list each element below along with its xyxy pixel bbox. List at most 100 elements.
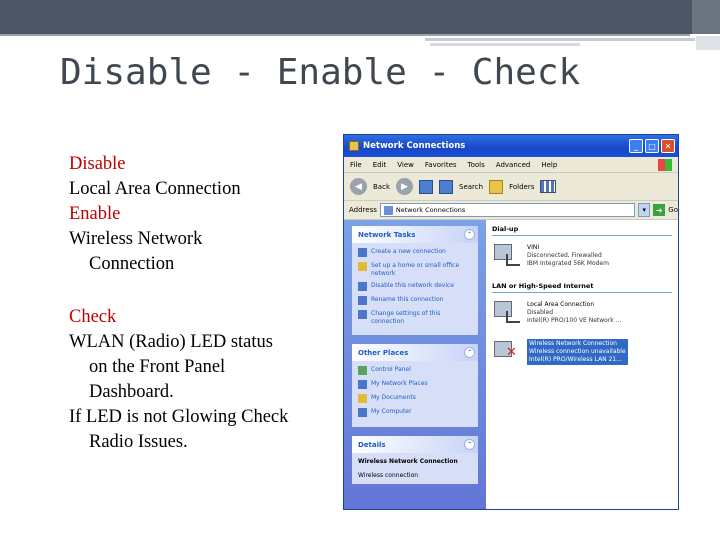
bullet-enable-item-line2: Connection <box>89 254 175 274</box>
maximize-button[interactable]: □ <box>645 139 659 153</box>
connection-device: Intel(R) PRO/Wireless LAN 21... <box>529 356 622 363</box>
new-connection-icon <box>358 248 367 257</box>
menu-edit[interactable]: Edit <box>373 161 387 169</box>
task-label: Rename this connection <box>371 296 444 303</box>
slide-accent-line <box>425 38 695 41</box>
bullet-check-item1-line1: WLAN (Radio) LED status <box>69 332 273 352</box>
folders-button-label[interactable]: Folders <box>509 183 534 191</box>
connection-item-local-area[interactable]: Local Area Connection Disabled Intel(R) … <box>492 299 672 325</box>
bullet-check-item1-line3: Dashboard. <box>89 382 174 402</box>
menu-help[interactable]: Help <box>541 161 557 169</box>
control-panel-icon <box>358 366 367 375</box>
task-change-settings[interactable]: Change settings of this connection <box>358 310 472 325</box>
task-create-connection[interactable]: Create a new connection <box>358 248 472 257</box>
connection-item-vini[interactable]: VINI Disconnected, Firewalled IBM Integr… <box>492 242 672 268</box>
place-label: My Computer <box>371 408 412 415</box>
connection-item-wireless[interactable]: ✕ Wireless Network Connection Wireless c… <box>492 339 672 365</box>
address-label: Address <box>349 206 377 214</box>
network-tasks-panel: Network Tasks ⌃ Create a new connection … <box>352 226 478 335</box>
computer-icon <box>358 408 367 417</box>
connection-name: VINI <box>527 244 540 251</box>
place-label: My Documents <box>371 394 416 401</box>
details-name: Wireless Network Connection <box>358 458 458 465</box>
slide-accent-line-short <box>430 43 580 46</box>
slide-title: Disable - Enable - Check <box>60 52 581 93</box>
menu-tools[interactable]: Tools <box>468 161 485 169</box>
slide-top-bar <box>0 0 720 34</box>
collapse-icon[interactable]: ⌃ <box>464 229 475 240</box>
bullet-disable-item: Local Area Connection <box>69 179 241 199</box>
folders-icon[interactable] <box>489 179 504 194</box>
minimize-button[interactable]: _ <box>629 139 643 153</box>
task-home-network[interactable]: Set up a home or small office network <box>358 262 472 277</box>
search-button-label[interactable]: Search <box>459 183 483 191</box>
go-arrow-icon[interactable]: ➜ <box>653 204 666 216</box>
place-label: Control Panel <box>371 366 411 373</box>
place-my-documents[interactable]: My Documents <box>358 394 472 403</box>
other-places-title: Other Places <box>358 348 409 357</box>
connections-list: Dial-up VINI Disconnected, Firewalled IB… <box>486 220 678 509</box>
other-places-header[interactable]: Other Places ⌃ <box>352 344 478 361</box>
task-label: Set up a home or small office network <box>371 262 460 277</box>
slide-top-line <box>0 34 690 36</box>
bullet-check-item1-line2: on the Front Panel <box>89 357 226 377</box>
task-rename-connection[interactable]: Rename this connection <box>358 296 472 305</box>
group-lan: LAN or High-Speed Internet <box>492 282 672 293</box>
task-pane: Network Tasks ⌃ Create a new connection … <box>344 220 486 509</box>
collapse-icon[interactable]: ⌃ <box>464 347 475 358</box>
details-type: Wireless connection <box>358 471 419 479</box>
folder-icon <box>349 141 359 151</box>
details-title: Details <box>358 440 386 449</box>
network-tasks-title: Network Tasks <box>358 230 416 239</box>
documents-icon <box>358 394 367 403</box>
address-dropdown[interactable]: ▾ <box>638 203 651 217</box>
menu-bar: File Edit View Favorites Tools Advanced … <box>344 157 678 173</box>
connection-name: Local Area Connection <box>527 301 595 308</box>
close-button[interactable]: ✕ <box>661 139 675 153</box>
bullet-disable-label: Disable <box>69 154 126 174</box>
connection-status: Wireless connection unavailable <box>529 348 626 355</box>
window-title-bar: Network Connections _ □ ✕ <box>344 135 678 157</box>
dialup-connection-icon <box>492 242 522 268</box>
task-label: Change settings of this connection <box>371 310 441 325</box>
window-title: Network Connections <box>363 141 466 151</box>
connection-status: Disconnected, Firewalled <box>527 252 602 259</box>
connection-device: IBM Integrated 56K Modem <box>527 260 609 267</box>
place-control-panel[interactable]: Control Panel <box>358 366 472 375</box>
forward-arrow-icon[interactable]: ▶ <box>396 178 413 195</box>
network-connections-screenshot: Network Connections _ □ ✕ File Edit View… <box>343 134 679 510</box>
back-button-label[interactable]: Back <box>373 183 390 191</box>
network-tasks-header[interactable]: Network Tasks ⌃ <box>352 226 478 243</box>
address-input[interactable]: Network Connections <box>379 203 636 217</box>
disconnected-x-icon: ✕ <box>506 345 517 360</box>
group-dialup: Dial-up <box>492 225 672 236</box>
place-my-computer[interactable]: My Computer <box>358 408 472 417</box>
connection-name: Wireless Network Connection <box>529 340 617 347</box>
bullet-check-item2-line2: Radio Issues. <box>89 432 188 452</box>
place-my-network-places[interactable]: My Network Places <box>358 380 472 389</box>
menu-file[interactable]: File <box>350 161 362 169</box>
details-header[interactable]: Details ⌃ <box>352 436 478 453</box>
slide-corner-block <box>696 36 720 50</box>
connection-status: Disabled <box>527 309 554 316</box>
menu-favorites[interactable]: Favorites <box>425 161 457 169</box>
up-folder-icon[interactable] <box>419 179 433 194</box>
menu-view[interactable]: View <box>397 161 414 169</box>
task-disable-device[interactable]: Disable this network device <box>358 282 472 291</box>
back-arrow-icon[interactable]: ◀ <box>350 178 367 195</box>
toolbar: ◀ Back ▶ Search Folders <box>344 173 678 201</box>
window-body: Network Tasks ⌃ Create a new connection … <box>344 220 678 509</box>
views-icon[interactable] <box>540 180 557 193</box>
menu-advanced[interactable]: Advanced <box>496 161 531 169</box>
search-icon[interactable] <box>439 179 453 194</box>
wireless-connection-icon: ✕ <box>492 339 522 365</box>
lan-connection-icon <box>492 299 522 325</box>
bullet-enable-label: Enable <box>69 204 121 224</box>
settings-icon <box>358 310 367 319</box>
collapse-icon[interactable]: ⌃ <box>464 439 475 450</box>
other-places-panel: Other Places ⌃ Control Panel My Network … <box>352 344 478 427</box>
go-button-label[interactable]: Go <box>668 206 678 214</box>
windows-logo-icon <box>658 158 672 171</box>
network-places-icon <box>358 380 367 389</box>
task-label: Disable this network device <box>371 282 455 289</box>
